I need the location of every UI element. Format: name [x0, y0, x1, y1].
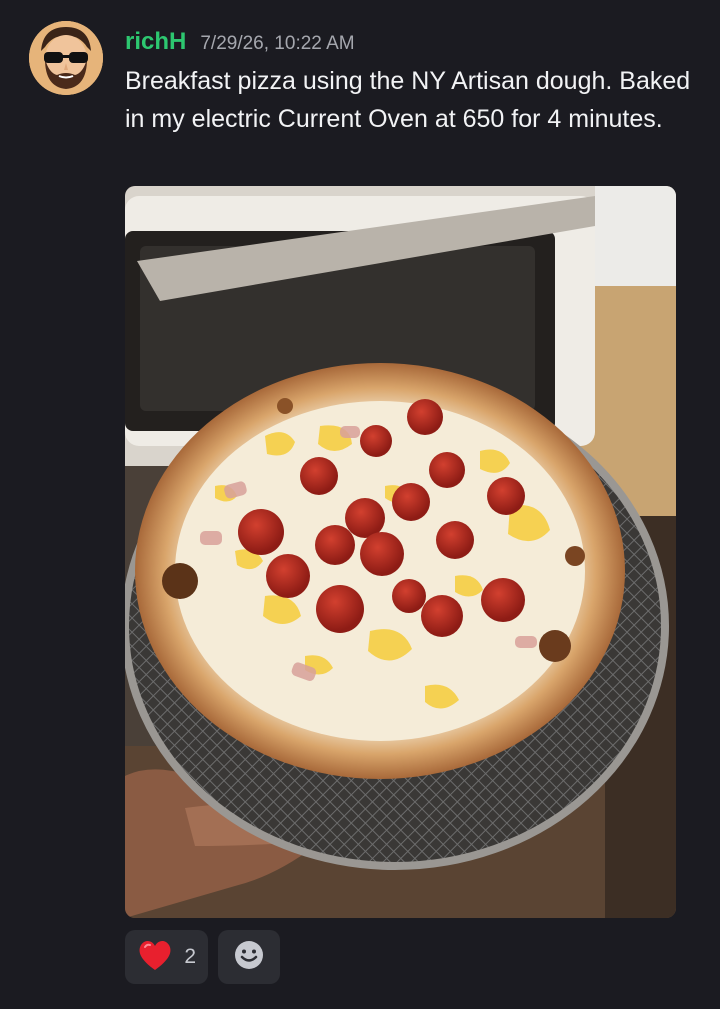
reaction-heart[interactable]: 2 — [125, 930, 208, 984]
reaction-count: 2 — [184, 945, 196, 968]
bearded-man-avatar-icon — [29, 21, 103, 95]
add-reaction-button[interactable] — [218, 930, 280, 984]
timestamp[interactable]: 7/29/26, 10:22 AM — [200, 33, 354, 55]
avatar[interactable] — [29, 21, 103, 95]
pizza-photo — [125, 186, 676, 918]
reactions-bar: 2 — [125, 930, 280, 984]
red-heart-icon — [137, 938, 173, 976]
username[interactable]: richH — [125, 28, 186, 56]
message-header: richH 7/29/26, 10:22 AM — [125, 28, 355, 60]
message-text: Breakfast pizza using the NY Artisan dou… — [125, 67, 691, 133]
image-attachment[interactable] — [125, 186, 676, 918]
smiley-add-reaction-icon — [233, 939, 265, 975]
